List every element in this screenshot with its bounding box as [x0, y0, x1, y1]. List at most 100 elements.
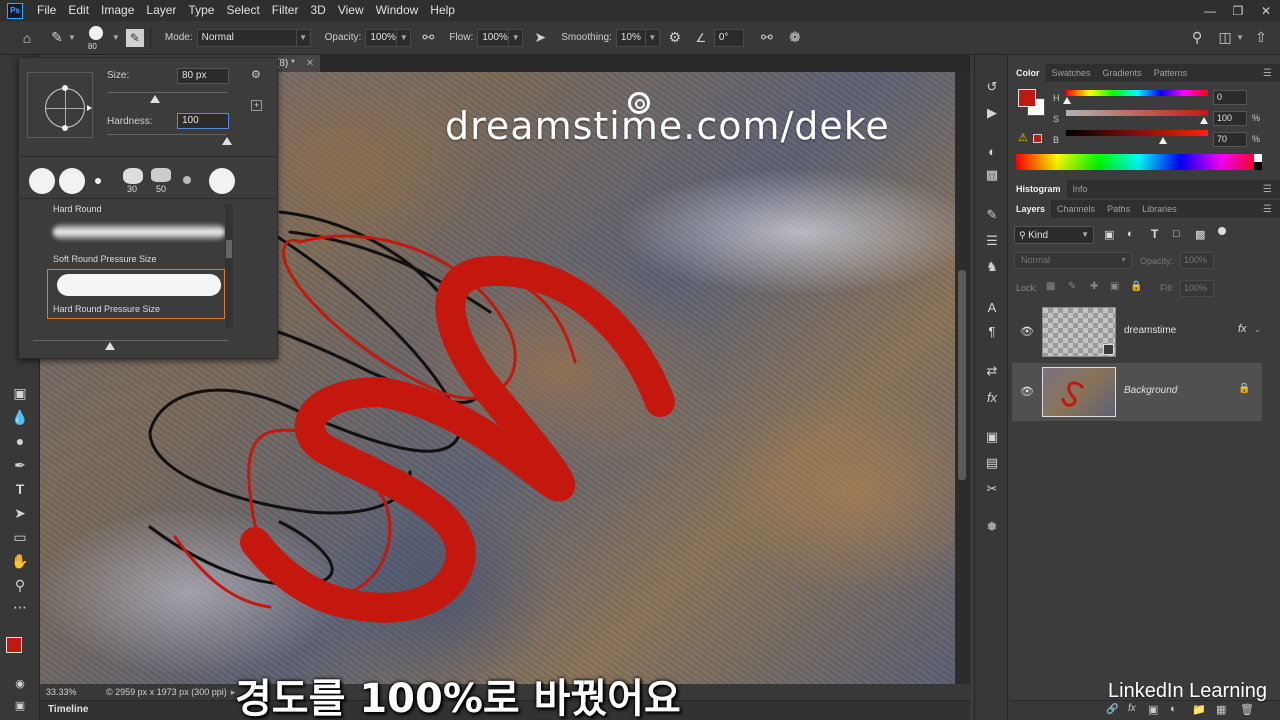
recent-brush-tip-6[interactable] — [183, 176, 191, 184]
tab-paths[interactable]: Paths — [1101, 200, 1136, 218]
tab-libraries[interactable]: Libraries — [1136, 200, 1183, 218]
spectrum-black-chip[interactable] — [1254, 162, 1262, 170]
history-icon[interactable]: ↺ — [981, 77, 1003, 97]
recent-brush-tip-3[interactable] — [95, 178, 101, 184]
hue-slider-knob[interactable] — [1063, 97, 1071, 104]
recent-brush-tip-4[interactable] — [123, 168, 143, 184]
search-icon[interactable]: ⚲ — [1186, 27, 1208, 49]
menu-select[interactable]: Select — [220, 0, 265, 21]
histogram-panel-menu-icon[interactable]: ☰ — [1263, 184, 1272, 195]
pen-tool-icon[interactable]: ✒ — [9, 455, 31, 475]
preview-size-slider-track[interactable] — [33, 340, 229, 341]
recent-brush-tip-1[interactable] — [29, 168, 55, 194]
angle-input[interactable]: 0° — [713, 28, 744, 47]
airbrush-icon[interactable]: ➤ — [529, 27, 551, 49]
blur-tool-icon[interactable]: 💧 — [9, 407, 31, 427]
hue-slider-track[interactable] — [1066, 90, 1208, 96]
visibility-eye-icon[interactable]: 👁 — [1020, 385, 1034, 398]
hue-input[interactable]: 0 — [1213, 90, 1247, 105]
tab-swatches[interactable]: Swatches — [1046, 64, 1097, 82]
size-slider-track[interactable] — [107, 92, 227, 93]
foreground-color-swatch[interactable] — [6, 637, 22, 653]
saturation-slider-track[interactable] — [1066, 110, 1208, 116]
dodge-tool-icon[interactable]: ● — [9, 431, 31, 451]
add-mask-icon[interactable]: ▣ — [1148, 703, 1158, 716]
quick-mask-icon[interactable]: ◉ — [9, 673, 31, 693]
pressure-opacity-icon[interactable]: ⚯ — [417, 27, 439, 49]
hand-tool-icon[interactable]: ✋ — [9, 551, 31, 571]
filter-adjustment-icon[interactable]: ◐ — [1127, 228, 1134, 240]
preset-soft-round-pressure-size[interactable]: Soft Round Pressure Size — [53, 254, 229, 264]
gamut-color-chip[interactable] — [1033, 134, 1042, 143]
opacity-dropdown-icon[interactable]: ▼ — [397, 28, 412, 47]
blend-mode-select[interactable]: Normal ▼ — [1014, 252, 1132, 269]
tab-gradients[interactable]: Gradients — [1097, 64, 1148, 82]
character-icon[interactable]: A — [981, 297, 1003, 317]
layer-row-dreamstime[interactable]: 👁 dreamstime fx ⌄ — [1012, 303, 1262, 361]
brush-preset-picker-button[interactable]: 80 — [84, 23, 110, 53]
hardness-slider-track[interactable] — [107, 134, 227, 135]
brush-tool-icon[interactable]: ✎ — [46, 27, 68, 49]
properties-icon[interactable]: ▩ — [981, 165, 1003, 185]
workspace-icon[interactable]: ◫ — [1214, 27, 1236, 49]
spectrum-white-chip[interactable] — [1254, 154, 1262, 162]
hardness-input[interactable]: 100 — [177, 113, 229, 129]
blend-mode-dropdown-icon[interactable]: ▼ — [1120, 253, 1127, 268]
notes-icon[interactable]: ▤ — [981, 453, 1003, 473]
layer-row-background[interactable]: 👁 Background 🔒 — [1012, 363, 1262, 421]
saturation-slider-knob[interactable] — [1200, 117, 1208, 124]
vertical-scrollbar-thumb[interactable] — [958, 270, 966, 480]
preset-list-scrollbar[interactable] — [225, 204, 233, 328]
menu-help[interactable]: Help — [424, 0, 461, 21]
3d-icon[interactable]: ❅ — [981, 517, 1003, 537]
zoom-level[interactable]: 33.33% — [46, 687, 100, 697]
lock-artboard-icon[interactable]: ▣ — [1110, 281, 1119, 292]
close-tab-icon[interactable]: ✕ — [306, 58, 314, 69]
preset-hard-round[interactable]: Hard Round — [53, 204, 229, 214]
rectangle-tool-icon[interactable]: ▭ — [9, 527, 31, 547]
menu-window[interactable]: Window — [370, 0, 425, 21]
hardness-slider-knob[interactable] — [222, 137, 232, 145]
delete-layer-icon[interactable]: 🗑 — [1240, 703, 1254, 716]
styles-fx-icon[interactable]: fx — [981, 387, 1003, 407]
menu-edit[interactable]: Edit — [62, 0, 95, 21]
saturation-input[interactable]: 100 — [1213, 111, 1247, 126]
brush-settings-panel-icon[interactable]: ✎ — [125, 28, 144, 47]
new-adjustment-layer-icon[interactable]: ◐ — [1170, 703, 1177, 715]
filter-type-icon[interactable]: T — [1151, 227, 1158, 241]
symmetry-icon[interactable]: ❁ — [784, 27, 806, 49]
layer-name[interactable]: dreamstime — [1124, 325, 1176, 336]
filter-smart-object-icon[interactable]: ▩ — [1195, 228, 1205, 241]
tools-icon[interactable]: ✂ — [981, 479, 1003, 499]
lock-all-icon[interactable]: 🔒 — [1130, 281, 1142, 292]
hard-round-stroke-preview[interactable] — [57, 274, 221, 296]
angle-arrow-icon[interactable] — [87, 105, 92, 111]
home-icon[interactable]: ⌂ — [16, 27, 38, 49]
tool-preset-dropdown-icon[interactable]: ▼ — [68, 33, 76, 42]
mode-dropdown-icon[interactable]: ▼ — [296, 28, 311, 47]
brightness-slider-track[interactable] — [1066, 130, 1208, 136]
preset-hard-round-pressure-size[interactable]: Hard Round Pressure Size — [53, 304, 229, 314]
color-panel-foreground-swatch-top[interactable] — [1018, 89, 1036, 107]
new-preset-icon[interactable]: + — [251, 100, 262, 111]
size-input[interactable]: 80 px — [177, 68, 229, 84]
size-slider-knob[interactable] — [150, 95, 160, 103]
layer-opacity-input[interactable]: 100% — [1180, 252, 1214, 269]
brush-settings-icon[interactable]: ✎ — [981, 205, 1003, 225]
expand-effects-icon[interactable]: ⌄ — [1254, 325, 1261, 334]
more-tools-icon[interactable]: ⋯ — [9, 597, 31, 617]
color-panel-menu-icon[interactable]: ☰ — [1263, 68, 1272, 79]
layer-effects-fx-icon[interactable]: fx — [1238, 323, 1247, 335]
zoom-tool-icon[interactable]: ⚲ — [9, 575, 31, 595]
layer-name[interactable]: Background — [1124, 385, 1177, 396]
share-icon[interactable]: ⇧ — [1250, 27, 1272, 49]
layer-comps-icon[interactable]: ▣ — [981, 427, 1003, 447]
new-layer-icon[interactable]: ▦ — [1216, 703, 1226, 716]
soft-round-stroke-preview[interactable] — [53, 224, 225, 240]
brush-picker-dropdown-icon[interactable]: ▼ — [112, 33, 120, 42]
filter-shape-icon[interactable]: □ — [1173, 228, 1180, 240]
menu-layer[interactable]: Layer — [140, 0, 182, 21]
roundness-handle-top[interactable] — [62, 85, 68, 91]
restore-icon[interactable]: ❐ — [1224, 0, 1252, 21]
menu-image[interactable]: Image — [95, 0, 140, 21]
